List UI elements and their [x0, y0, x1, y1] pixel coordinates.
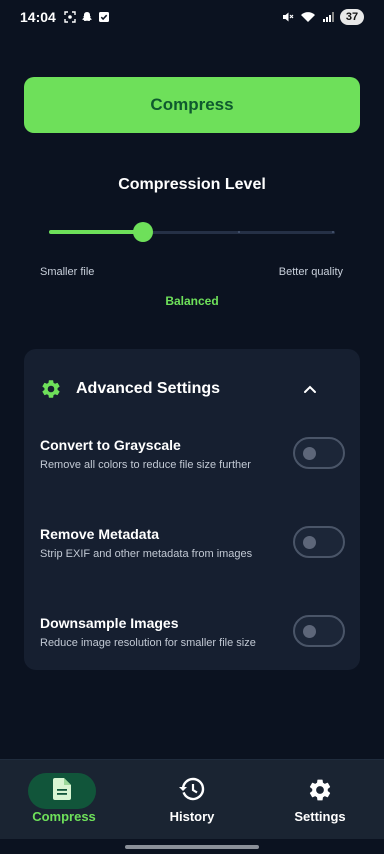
setting-title: Downsample Images — [40, 615, 179, 631]
gear-icon — [40, 378, 62, 400]
signal-icon — [322, 11, 334, 23]
smaller-file-label: Smaller file — [40, 266, 95, 278]
setting-title: Remove Metadata — [40, 526, 160, 542]
status-time: 14:04 — [20, 9, 56, 25]
snapchat-icon — [81, 11, 93, 23]
toggle-knob — [303, 536, 316, 549]
slider-tick — [238, 231, 240, 233]
gesture-bar[interactable] — [125, 845, 259, 849]
setting-grayscale: Convert to Grayscale Remove all colors t… — [40, 437, 345, 477]
setting-metadata: Remove Metadata Strip EXIF and other met… — [40, 526, 345, 566]
compression-level-slider[interactable] — [49, 222, 335, 242]
history-icon — [179, 777, 205, 806]
advanced-settings-header[interactable]: Advanced Settings — [40, 376, 344, 402]
nav-item-history[interactable]: History — [128, 760, 256, 840]
setting-description: Remove all colors to reduce file size fu… — [40, 459, 251, 471]
bottom-navigation: Compress History Settings — [0, 759, 384, 839]
chevron-up-icon[interactable] — [300, 379, 320, 399]
setting-description: Strip EXIF and other metadata from image… — [40, 548, 253, 560]
nav-label: Settings — [294, 809, 346, 824]
grayscale-toggle[interactable] — [293, 437, 345, 469]
advanced-settings-title: Advanced Settings — [76, 380, 221, 397]
screenshot-icon — [64, 11, 76, 23]
setting-description: Reduce image resolution for smaller file… — [40, 637, 256, 649]
toggle-knob — [303, 625, 316, 638]
battery-indicator: 37 — [340, 9, 364, 25]
gear-icon — [307, 777, 333, 808]
compression-level-value: Balanced — [165, 294, 219, 308]
nav-item-compress[interactable]: Compress — [0, 760, 128, 840]
compression-level-title: Compression Level — [118, 176, 266, 193]
mute-icon — [282, 11, 294, 23]
advanced-settings-card: Advanced Settings Convert to Grayscale R… — [24, 349, 360, 670]
slider-thumb[interactable] — [133, 222, 153, 242]
status-bar: 14:04 37 — [0, 0, 384, 34]
setting-title: Convert to Grayscale — [40, 437, 181, 453]
nav-active-indicator — [28, 773, 96, 809]
downsample-toggle[interactable] — [293, 615, 345, 647]
setting-downsample: Downsample Images Reduce image resolutio… — [40, 615, 345, 655]
document-icon — [53, 777, 71, 805]
toggle-knob — [303, 447, 316, 460]
better-quality-label: Better quality — [278, 266, 343, 278]
checkbox-icon — [98, 11, 110, 23]
metadata-toggle[interactable] — [293, 526, 345, 558]
nav-label: Compress — [32, 809, 96, 824]
slider-fill — [49, 230, 143, 234]
nav-label: History — [169, 809, 215, 824]
wifi-icon — [300, 11, 316, 23]
compress-button[interactable]: Compress — [24, 77, 360, 133]
slider-tick — [332, 231, 334, 233]
nav-item-settings[interactable]: Settings — [256, 760, 384, 840]
